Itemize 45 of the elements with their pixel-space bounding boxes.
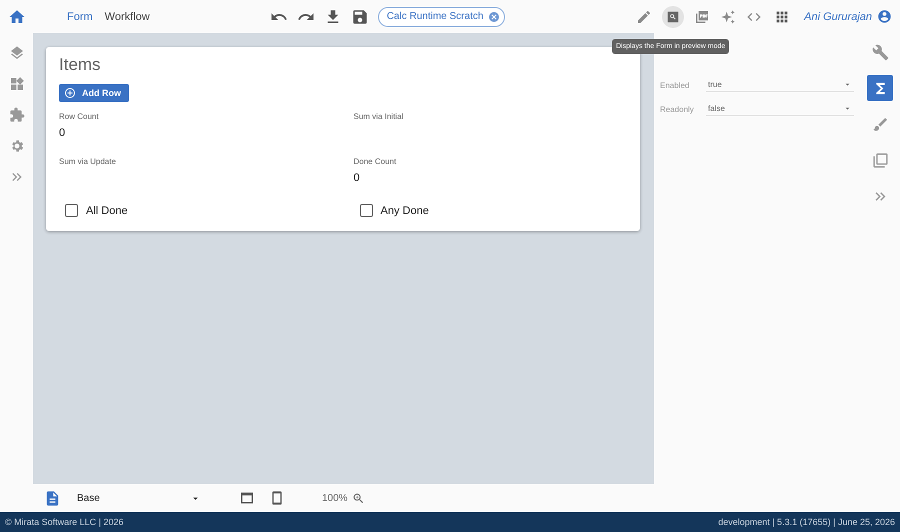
zoom-in-icon[interactable] (352, 492, 365, 504)
layers-icon[interactable] (8, 45, 24, 61)
checkbox-label: Any Done (380, 204, 429, 216)
pencil-icon[interactable] (636, 8, 652, 24)
field-value: 0 (354, 172, 361, 184)
property-label: Enabled (660, 80, 690, 90)
view-select[interactable]: Base (77, 492, 201, 504)
property-label: Readonly (660, 104, 695, 114)
copyright-text: © Mirata Software LLC | 2026 (5, 517, 124, 527)
field-label: Sum via Update (59, 157, 117, 166)
brush-icon[interactable] (872, 116, 888, 132)
add-row-button[interactable]: Add Row (59, 84, 129, 102)
account-icon[interactable] (877, 9, 892, 24)
desktop-icon[interactable] (239, 490, 255, 506)
wrench-icon[interactable] (872, 44, 888, 60)
pdf-icon[interactable] (694, 8, 710, 24)
add-icon[interactable] (64, 87, 76, 99)
copy-icon[interactable] (872, 152, 888, 168)
sparkle-icon[interactable] (720, 8, 736, 24)
apps-icon[interactable] (774, 8, 790, 24)
tab[interactable]: Workflow (104, 10, 150, 22)
property-select[interactable]: true (706, 78, 854, 92)
close-icon[interactable] (488, 10, 500, 22)
puzzle-icon[interactable] (8, 107, 24, 123)
property-select[interactable]: false (706, 102, 854, 116)
home-icon[interactable] (8, 8, 26, 26)
document-chip[interactable]: Calc Runtime Scratch (378, 6, 506, 26)
field-label: Row Count (59, 112, 100, 121)
widgets-icon[interactable] (8, 76, 24, 92)
sigma-button[interactable] (867, 75, 893, 101)
version-text: development | 5.3.1 (17655) | June 25, 2026 (718, 517, 895, 527)
checkbox[interactable] (360, 204, 372, 217)
field-value: 0 (59, 127, 66, 139)
checkbox-label: All Done (86, 204, 128, 216)
search-icon[interactable] (666, 10, 680, 24)
form-title: Items (59, 55, 102, 75)
user-name[interactable]: Ani Gururajan (804, 10, 872, 22)
zoom-level: 100% (322, 492, 348, 504)
document-icon (44, 490, 61, 506)
tab[interactable]: Form (67, 10, 93, 22)
preview-button[interactable] (662, 6, 684, 28)
checkbox[interactable] (65, 204, 78, 217)
field-label: Done Count (354, 157, 398, 166)
save-icon[interactable] (350, 8, 369, 26)
field-label: Sum via Initial (354, 112, 404, 121)
